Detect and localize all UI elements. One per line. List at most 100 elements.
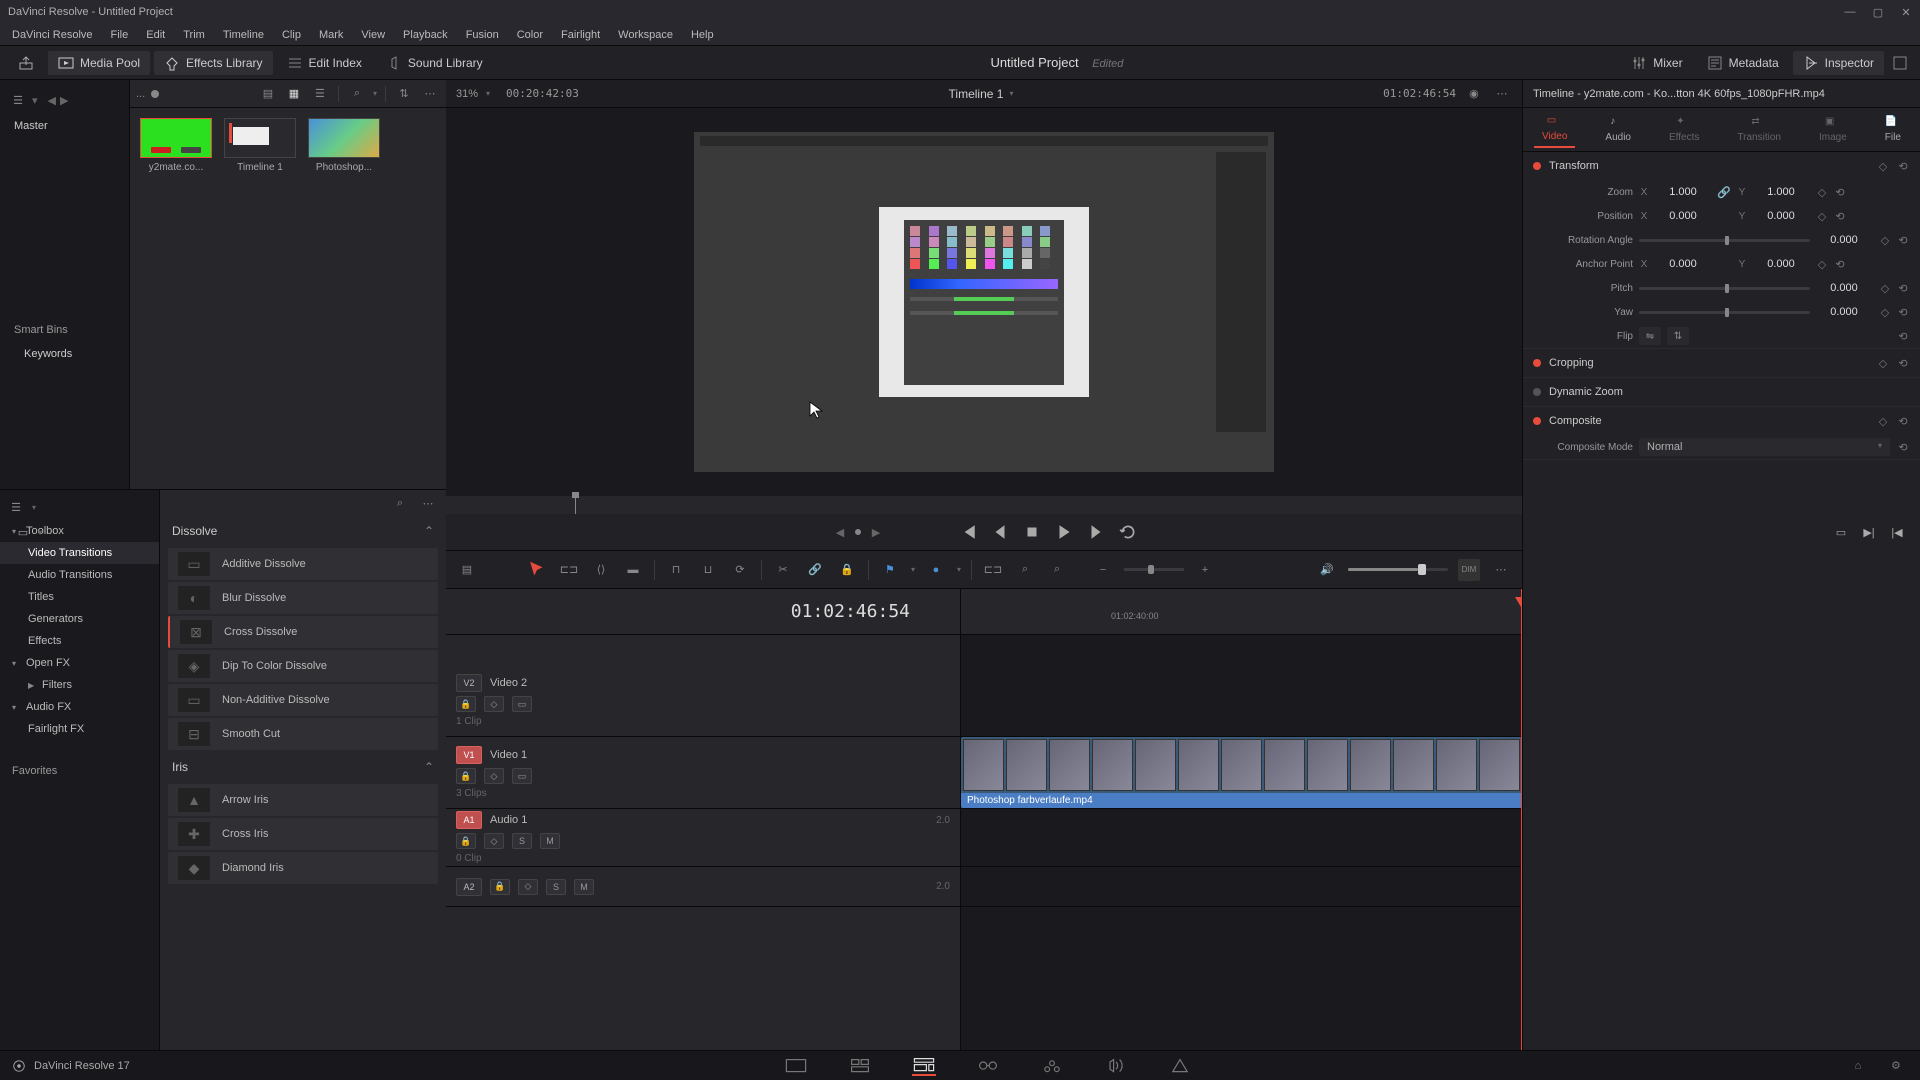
track-disable-icon[interactable]: ▭ (512, 696, 532, 712)
menu-timeline[interactable]: Timeline (215, 27, 272, 43)
link-tool[interactable]: 🔗 (804, 559, 826, 581)
menu-fairlight[interactable]: Fairlight (553, 27, 608, 43)
blade-edit-tool[interactable]: ✂ (772, 559, 794, 581)
reset-icon[interactable]: ⟲ (1833, 257, 1847, 271)
effect-cross-iris[interactable]: ✚Cross Iris (168, 818, 438, 850)
project-settings-button[interactable]: ⚙ (1884, 1056, 1908, 1076)
strip-view-icon[interactable]: ☰ (310, 84, 330, 104)
snap-tool[interactable]: ⊏⊐ (982, 559, 1004, 581)
bin-view-button[interactable]: ☰ (8, 90, 28, 110)
page-cut[interactable] (848, 1056, 872, 1076)
track-auto-icon[interactable]: ◇ (484, 768, 504, 784)
track-lane-a1[interactable] (961, 809, 1522, 867)
reset-icon[interactable]: ⟲ (1896, 159, 1910, 173)
keyframe-icon[interactable]: ◇ (1878, 233, 1892, 247)
menu-davinci[interactable]: DaVinci Resolve (4, 27, 101, 43)
menu-workspace[interactable]: Workspace (610, 27, 681, 43)
mixer-button[interactable]: Mixer (1621, 51, 1692, 75)
blade-tool[interactable]: ▬ (622, 559, 644, 581)
edit-index-button[interactable]: Edit Index (277, 51, 372, 75)
play-icon[interactable] (1055, 523, 1073, 541)
dim-button[interactable]: DIM (1458, 559, 1480, 581)
rotation-field[interactable]: 0.000 (1816, 234, 1872, 246)
menu-file[interactable]: File (103, 27, 137, 43)
page-media[interactable] (784, 1056, 808, 1076)
track-header-a1[interactable]: A1 Audio 1 2.0 🔒 ◇ S M 0 Clip (446, 809, 960, 867)
prev-frame-icon[interactable] (991, 523, 1009, 541)
dynamic-trim-tool[interactable]: ⟨⟩ (590, 559, 612, 581)
keyframe-icon[interactable]: ◇ (1815, 257, 1829, 271)
jump-end-icon[interactable]: ▶| (1860, 523, 1878, 541)
track-mute-button[interactable]: M (574, 879, 594, 895)
zoom-timeline-icon[interactable]: ⌕ (1014, 559, 1036, 581)
effect-cross-dissolve[interactable]: ⊠Cross Dissolve (168, 616, 438, 648)
next-edit-icon[interactable]: ▶ (867, 523, 885, 541)
cat-audiofx[interactable]: ▾Audio FX (0, 696, 159, 718)
track-mute-button[interactable]: M (540, 833, 560, 849)
keywords-bin[interactable]: Keywords (0, 342, 129, 366)
keyframe-icon[interactable]: ◇ (1876, 414, 1890, 428)
page-deliver[interactable] (1168, 1056, 1192, 1076)
reset-icon[interactable]: ⟲ (1833, 185, 1847, 199)
flag-tool[interactable]: ⚑ (879, 559, 901, 581)
viewer-scrubber[interactable] (446, 496, 1522, 514)
group-iris[interactable]: Iris⌃ (160, 752, 446, 782)
cat-audio-transitions[interactable]: Audio Transitions (0, 564, 159, 586)
keyframe-icon[interactable]: ◇ (1876, 356, 1890, 370)
list-view-icon[interactable]: ▤ (258, 84, 278, 104)
close-button[interactable]: ✕ (1900, 6, 1912, 18)
section-composite[interactable]: Composite ◇⟲ (1523, 407, 1920, 435)
track-solo-button[interactable]: S (546, 879, 566, 895)
cat-openfx[interactable]: ▾Open FX (0, 652, 159, 674)
keyframe-icon[interactable]: ◇ (1815, 185, 1829, 199)
position-y-field[interactable]: 0.000 (1753, 210, 1809, 222)
track-auto-icon[interactable]: ◇ (484, 696, 504, 712)
menu-playback[interactable]: Playback (395, 27, 456, 43)
stop-icon[interactable] (1023, 523, 1041, 541)
effect-blur-dissolve[interactable]: ◐Blur Dissolve (168, 582, 438, 614)
keyframe-icon[interactable]: ◇ (1815, 209, 1829, 223)
thumb-view-icon[interactable]: ▦ (284, 84, 304, 104)
effect-non-additive[interactable]: ▭Non-Additive Dissolve (168, 684, 438, 716)
loop-icon[interactable] (1119, 523, 1137, 541)
timeline-ruler[interactable]: 01:02:40:00 01:02:48:00 01:02:56:00 (961, 589, 1522, 635)
inspector-tab-file[interactable]: 📄File (1877, 112, 1909, 147)
effect-dip-to-color[interactable]: ◈Dip To Color Dissolve (168, 650, 438, 682)
export-button[interactable] (8, 51, 44, 75)
section-cropping[interactable]: Cropping ◇⟲ (1523, 349, 1920, 377)
replace-clip-tool[interactable]: ⟳ (729, 559, 751, 581)
metadata-button[interactable]: Metadata (1697, 51, 1789, 75)
reset-icon[interactable]: ⟲ (1896, 233, 1910, 247)
inspector-button[interactable]: Inspector (1793, 51, 1884, 75)
jump-begin-icon[interactable]: |◀ (1888, 523, 1906, 541)
reset-icon[interactable]: ⟲ (1896, 414, 1910, 428)
effects-library-button[interactable]: Effects Library (154, 51, 272, 75)
inspector-tab-image[interactable]: ▣Image (1811, 112, 1855, 147)
anchor-x-field[interactable]: 0.000 (1655, 258, 1711, 270)
effect-smooth-cut[interactable]: ⊟Smooth Cut (168, 718, 438, 750)
inspector-tab-effects[interactable]: ✦Effects (1661, 112, 1707, 147)
effect-diamond-iris[interactable]: ◆Diamond Iris (168, 852, 438, 884)
minimize-button[interactable]: — (1844, 6, 1856, 18)
volume-slider[interactable] (1348, 568, 1448, 571)
yaw-slider[interactable] (1639, 311, 1810, 314)
insert-clip-tool[interactable]: ⊓ (665, 559, 687, 581)
track-header-a2[interactable]: A2 🔒 ◇ S M 2.0 (446, 867, 960, 907)
effect-additive-dissolve[interactable]: ▭Additive Dissolve (168, 548, 438, 580)
menu-color[interactable]: Color (509, 27, 551, 43)
media-clip-timeline1[interactable]: Timeline 1 (224, 118, 296, 173)
home-button[interactable]: ⌂ (1846, 1056, 1870, 1076)
transform-overlay-icon[interactable]: ▭ (14, 523, 32, 541)
next-frame-icon[interactable] (1087, 523, 1105, 541)
composite-mode-select[interactable]: Normal▾ (1639, 438, 1890, 456)
track-lane-v2[interactable]: 🔗y2mate.com - Kostenloser Greenscreen Ab… (961, 665, 1522, 737)
menu-view[interactable]: View (353, 27, 393, 43)
reset-icon[interactable]: ⟲ (1896, 305, 1910, 319)
zoom-y-field[interactable]: 1.000 (1753, 186, 1809, 198)
zoom-out-icon[interactable]: − (1092, 559, 1114, 581)
zoom-detail-icon[interactable]: ⌕ (1046, 559, 1068, 581)
media-clip-photoshop[interactable]: Photoshop... (308, 118, 380, 173)
reset-icon[interactable]: ⟲ (1896, 440, 1910, 454)
menu-edit[interactable]: Edit (138, 27, 173, 43)
track-lock-icon[interactable]: 🔒 (456, 696, 476, 712)
